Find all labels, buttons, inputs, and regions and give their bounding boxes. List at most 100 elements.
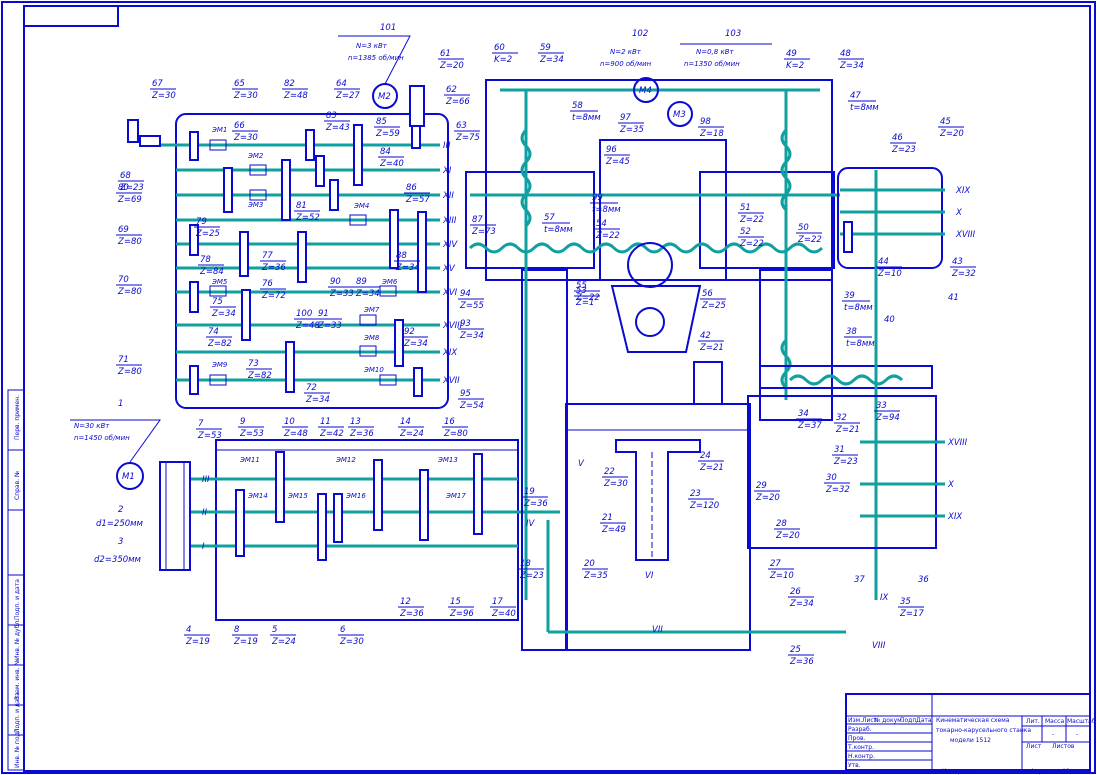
- stamp-text-6: Инв. № подл.: [14, 727, 21, 768]
- stamp-text-2: Подп. и дата: [14, 579, 21, 620]
- gear-number: 25: [790, 645, 801, 655]
- copied-label: Копировал: [942, 768, 976, 775]
- screw-number: 47: [850, 91, 861, 101]
- gear-number: 62: [446, 85, 457, 95]
- shaft-label: XVIII: [955, 230, 976, 240]
- gear-teeth: Z=36: [261, 263, 286, 273]
- gear-number: 98: [700, 117, 711, 127]
- gear-number: 17: [492, 597, 503, 607]
- gear-number: 90: [330, 277, 341, 287]
- clutch-label: ЭМ4: [353, 202, 369, 210]
- gear-number: 78: [200, 255, 211, 265]
- crossrail: [465, 79, 933, 651]
- gear-teeth: Z=23: [519, 571, 544, 581]
- gear-teeth: Z=19: [185, 637, 210, 647]
- screw-pitch: t=8мм: [844, 303, 873, 313]
- feed-gearbox: [127, 85, 449, 409]
- screw-number: 57: [544, 213, 555, 223]
- shaft-label: IV: [526, 519, 536, 529]
- gear-number: 18: [520, 559, 531, 569]
- motor-speed: n=1450 об/мин: [74, 434, 130, 442]
- motor-power: N=3 кВт: [356, 42, 388, 50]
- gear-teeth: Z=33: [317, 321, 342, 331]
- gear-teeth: Z=40: [491, 609, 516, 619]
- gear-number: 34: [798, 409, 809, 419]
- gear-number: 81: [296, 201, 307, 211]
- stamp-text-3: Инв. № дубл.: [14, 619, 21, 660]
- gear-teeth: Z=53: [239, 429, 264, 439]
- motor-power: N=30 кВт: [74, 422, 110, 430]
- motor-m1: M1 1 N=30 кВт n=1450 об/мин: [70, 399, 161, 490]
- title-sheet: Лист: [1026, 743, 1042, 750]
- shaft-label: VIII: [872, 641, 886, 651]
- motor-id: 101: [380, 23, 396, 33]
- gear-number: 86: [406, 183, 417, 193]
- shaft-label: V: [578, 459, 585, 469]
- gear-number: 94: [460, 289, 471, 299]
- motor-id: 103: [725, 29, 741, 39]
- gear-number: 75: [212, 297, 223, 307]
- gear-number: 71: [118, 355, 129, 365]
- gear-teeth: Z=17: [899, 609, 924, 619]
- gear-teeth: Z=21: [835, 425, 860, 435]
- clutch-label: ЭМ10: [363, 366, 384, 374]
- motor-id: 102: [632, 29, 648, 39]
- gear-number: 87: [472, 215, 483, 225]
- clutch-label: ЭМ15: [287, 492, 308, 500]
- gear-teeth: Z=25: [701, 301, 726, 311]
- gear-number: 46: [892, 133, 903, 143]
- gear-teeth: Z=22: [575, 293, 600, 303]
- gear-number: 64: [336, 79, 347, 89]
- title-row: Изм.: [848, 717, 862, 724]
- clutch-label: ЭМ17: [445, 492, 466, 500]
- gear-teeth: Z=80: [117, 237, 142, 247]
- top-left-stamp-box: [23, 5, 119, 27]
- gear-labels: 4 Z=19 5 Z=24 6 Z=30 7 Z=53 8 Z=19 9 Z=53 10 Z=48 11 Z=…: [116, 43, 976, 667]
- motor-speed: n=1350 об/мин: [684, 60, 740, 68]
- clutch-label: ЭМ9: [211, 361, 228, 369]
- gear-number: 23: [690, 489, 701, 499]
- gear-teeth: Z=34: [839, 61, 864, 71]
- side-stamp: Перв. примен. Справ. № Подп. и дата Инв.…: [7, 389, 25, 771]
- shaft-label: XII: [442, 191, 454, 201]
- gear-teeth: Z=34: [789, 599, 814, 609]
- gear-number: 43: [952, 257, 963, 267]
- gear-teeth: Z=84: [199, 267, 224, 277]
- gear-number: 31: [834, 445, 845, 455]
- shaft-label: III: [443, 141, 451, 151]
- gear-number: 14: [400, 417, 411, 427]
- part-number: 40: [884, 315, 895, 325]
- pulley-diameter: d1=250мм: [96, 519, 144, 529]
- gear-number: 72: [306, 383, 317, 393]
- gear-teeth: Z=35: [583, 571, 608, 581]
- motor-speed: n=1385 об/мин: [348, 54, 404, 62]
- gear-teeth: Z=96: [449, 609, 474, 619]
- gear-teeth: Z=36: [399, 609, 424, 619]
- screw-pitch: t=8мм: [544, 225, 573, 235]
- part-number: 37: [854, 575, 865, 585]
- gear-number: 32: [836, 413, 847, 423]
- gear-teeth: Z=80: [117, 367, 142, 377]
- clutch-label: ЭМ16: [345, 492, 366, 500]
- gear-teeth: Z=34: [305, 395, 330, 405]
- gear-teeth: Z=20: [439, 61, 464, 71]
- screw-number: 58: [572, 101, 583, 111]
- gear-number: 88: [396, 251, 407, 261]
- title-line-2: токарно-карусельного станка: [936, 727, 1031, 734]
- gear-number: 42: [700, 331, 711, 341]
- gear-teeth: Z=34: [211, 309, 236, 319]
- gear-teeth: Z=27: [335, 91, 360, 101]
- title-role: Разраб.: [848, 726, 872, 733]
- motor-id: 1: [118, 399, 123, 409]
- gear-number: 54: [596, 219, 607, 229]
- kinematic-diagram: Перв. примен. Справ. № Подп. и дата Инв.…: [1, 1, 1096, 775]
- gear-teeth: Z=57: [405, 195, 430, 205]
- gear-number: 80: [118, 183, 129, 193]
- title-col-lit: Лит.: [1026, 718, 1040, 725]
- gear-teeth: K=2: [786, 61, 804, 71]
- screw-pitch: t=8мм: [572, 113, 601, 123]
- gear-number: 7: [198, 419, 204, 429]
- title-sheets: Листов: [1052, 743, 1075, 750]
- part-number: 41: [948, 293, 959, 303]
- gear-teeth: Z=20: [939, 129, 964, 139]
